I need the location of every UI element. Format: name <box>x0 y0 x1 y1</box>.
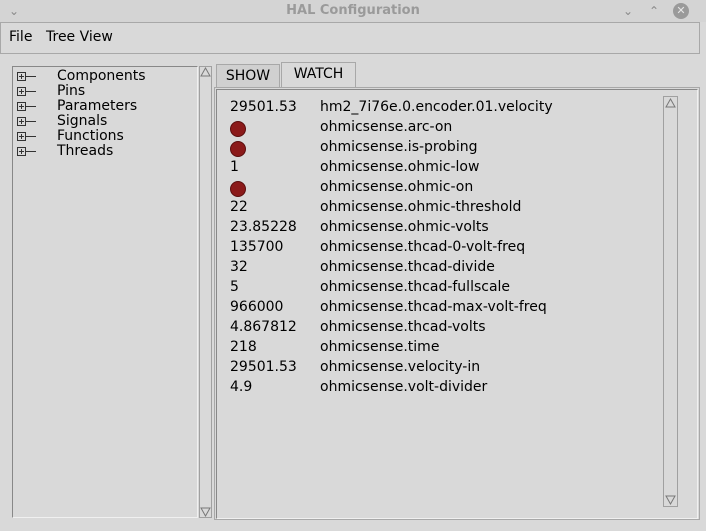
watch-pin-name: ohmicsense.thcad-max-volt-freq <box>320 299 547 315</box>
watch-row[interactable]: 29501.53 hm2_7i76e.0.encoder.01.velocity <box>230 99 660 119</box>
watch-pin-name: ohmicsense.time <box>320 339 440 355</box>
watch-row[interactable]: 4.867812 ohmicsense.thcad-volts <box>230 319 660 339</box>
expand-icon[interactable] <box>17 72 26 81</box>
expand-icon[interactable] <box>17 132 26 141</box>
scroll-down-icon[interactable] <box>200 506 211 517</box>
scroll-down-icon[interactable] <box>665 494 676 505</box>
watch-row[interactable]: ohmicsense.arc-on <box>230 119 660 139</box>
watch-pin-name: ohmicsense.velocity-in <box>320 359 481 375</box>
watch-pin-name: ohmicsense.thcad-divide <box>320 259 495 275</box>
watch-row[interactable]: ohmicsense.ohmic-on <box>230 179 660 199</box>
watch-pin-name: ohmicsense.ohmic-on <box>320 179 474 195</box>
watch-pin-name: ohmicsense.thcad-fullscale <box>320 279 511 295</box>
menu-file[interactable]: File <box>9 29 32 45</box>
tree-item-label: Functions <box>57 128 124 144</box>
expand-icon[interactable] <box>17 147 26 156</box>
watch-row[interactable]: 22 ohmicsense.ohmic-threshold <box>230 199 660 219</box>
watch-scrollbar[interactable] <box>663 96 678 507</box>
tree-connector <box>26 91 36 92</box>
watch-row[interactable]: 5 ohmicsense.thcad-fullscale <box>230 279 660 299</box>
watch-value: 1 <box>230 159 239 175</box>
watch-pin-name: ohmicsense.arc-on <box>320 119 453 135</box>
tree-connector <box>26 76 36 77</box>
watch-row[interactable]: 135700 ohmicsense.thcad-0-volt-freq <box>230 239 660 259</box>
watch-row[interactable]: 32 ohmicsense.thcad-divide <box>230 259 660 279</box>
watch-value: 22 <box>230 199 248 215</box>
watch-panel: 29501.53 hm2_7i76e.0.encoder.01.velocityo… <box>214 87 700 520</box>
watch-list: 29501.53 hm2_7i76e.0.encoder.01.velocityo… <box>216 89 698 519</box>
watch-row[interactable]: 1 ohmicsense.ohmic-low <box>230 159 660 179</box>
scroll-up-icon[interactable] <box>665 98 676 109</box>
watch-row[interactable]: 29501.53 ohmicsense.velocity-in <box>230 359 660 379</box>
watch-value: 23.85228 <box>230 219 297 235</box>
watch-value: 32 <box>230 259 248 275</box>
tree-connector <box>26 106 36 107</box>
tree-item-label: Pins <box>57 83 86 99</box>
scroll-up-icon[interactable] <box>200 67 211 78</box>
watch-row[interactable]: ohmicsense.is-probing <box>230 139 660 159</box>
tree-item-label: Parameters <box>57 98 138 114</box>
menu-bar: File Tree View <box>0 22 700 54</box>
watch-pin-name: ohmicsense.volt-divider <box>320 379 488 395</box>
expand-icon[interactable] <box>17 87 26 96</box>
tree-connector <box>26 151 36 152</box>
maximize-icon[interactable]: ⌃ <box>646 3 662 19</box>
tab-watch[interactable]: WATCH <box>281 62 356 88</box>
watch-value: 29501.53 <box>230 99 297 115</box>
window-title: HAL Configuration <box>286 3 420 18</box>
title-bar[interactable]: ⌄ HAL Configuration ⌄ ⌃ ✕ <box>0 0 706 22</box>
expand-icon[interactable] <box>17 102 26 111</box>
watch-row[interactable]: 218 ohmicsense.time <box>230 339 660 359</box>
watch-pin-name: ohmicsense.ohmic-volts <box>320 219 489 235</box>
watch-pin-name: ohmicsense.is-probing <box>320 139 478 155</box>
tree-item-label: Components <box>57 68 146 84</box>
watch-value: 218 <box>230 339 257 355</box>
watch-value: 4.867812 <box>230 319 297 335</box>
bit-indicator-led <box>230 181 246 197</box>
tab-show[interactable]: SHOW <box>216 64 280 88</box>
watch-value: 5 <box>230 279 239 295</box>
tree-panel: Components Pins Parameters Signals Funct… <box>12 66 198 518</box>
menu-tree-view[interactable]: Tree View <box>46 29 113 45</box>
watch-pin-name: ohmicsense.ohmic-low <box>320 159 480 175</box>
tree-scrollbar[interactable] <box>199 66 212 518</box>
watch-pin-name: hm2_7i76e.0.encoder.01.velocity <box>320 99 553 115</box>
expand-icon[interactable] <box>17 117 26 126</box>
watch-value: 4.9 <box>230 379 253 395</box>
watch-row[interactable]: 23.85228 ohmicsense.ohmic-volts <box>230 219 660 239</box>
tree-item-label: Signals <box>57 113 108 129</box>
watch-row[interactable]: 4.9 ohmicsense.volt-divider <box>230 379 660 399</box>
minimize-icon[interactable]: ⌄ <box>620 3 636 19</box>
watch-value: 966000 <box>230 299 284 315</box>
watch-value: 29501.53 <box>230 359 297 375</box>
tree-connector <box>26 136 36 137</box>
watch-row[interactable]: 966000 ohmicsense.thcad-max-volt-freq <box>230 299 660 319</box>
close-icon[interactable]: ✕ <box>673 3 689 19</box>
watch-value: 135700 <box>230 239 284 255</box>
tree-connector <box>26 121 36 122</box>
tree-item-label: Threads <box>57 143 114 159</box>
watch-pin-name: ohmicsense.thcad-volts <box>320 319 486 335</box>
watch-pin-name: ohmicsense.ohmic-threshold <box>320 199 522 215</box>
bit-indicator-led <box>230 141 246 157</box>
bit-indicator-led <box>230 121 246 137</box>
watch-pin-name: ohmicsense.thcad-0-volt-freq <box>320 239 526 255</box>
